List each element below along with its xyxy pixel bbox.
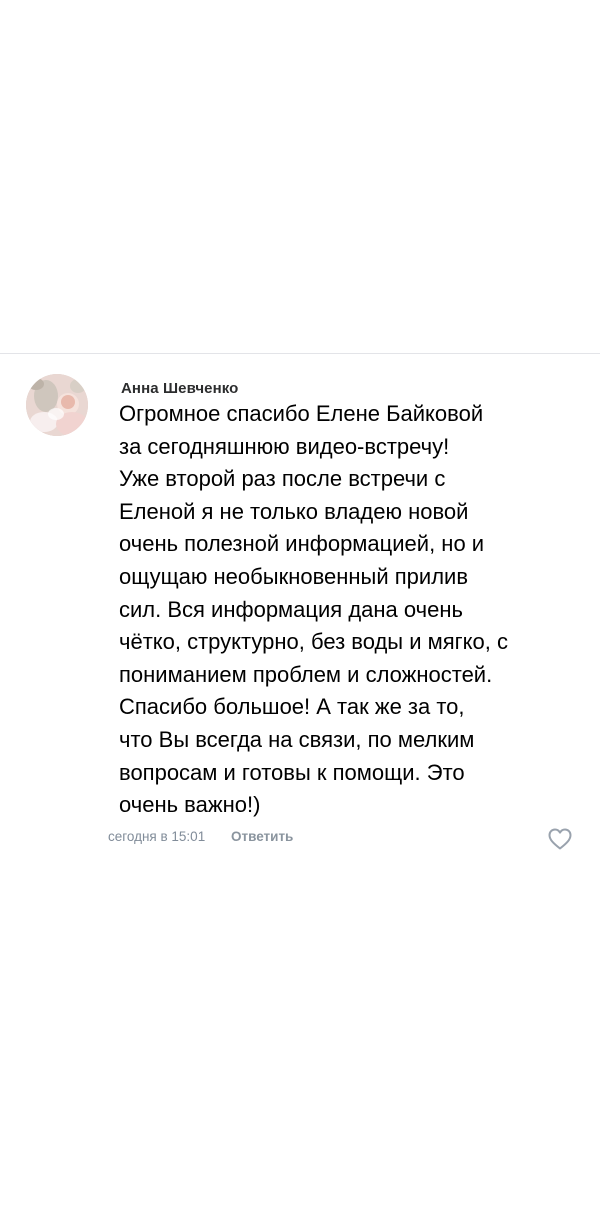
comment-text-line: вопросам и готовы к помощи. Это (119, 759, 465, 785)
like-button[interactable] (547, 827, 573, 851)
comment-text-line: чётко, структурно, без воды и мягко, с (119, 629, 509, 655)
comment-text-line: Уже второй раз после встречи с (119, 466, 446, 492)
comment-divider (0, 353, 600, 354)
comment-text-line: очень полезной информацией, но и (119, 531, 485, 557)
avatar[interactable] (26, 374, 88, 436)
comment-text-line: что Вы всегда на связи, по мелким (119, 726, 475, 752)
comment-text-line: ощущаю необыкновенный прилив (119, 563, 469, 589)
comment-text: Огромное спасибо Елене Байковой за сегод… (119, 398, 589, 822)
comment-meta: сегодня в 15:01 Ответить (108, 829, 293, 844)
comment-timestamp: сегодня в 15:01 (108, 829, 206, 844)
reply-button[interactable]: Ответить (231, 829, 293, 844)
heart-outline-icon (548, 828, 572, 850)
avatar-photo (26, 374, 88, 436)
comment-text-line: за сегодняшнюю видео-встречу! (119, 433, 450, 459)
comment-text-line: Спасибо большое! А так же за то, (119, 694, 465, 720)
comment-text-line: сил. Вся информация дана очень (119, 596, 463, 622)
comment-text-line: очень важно!) (119, 792, 261, 818)
comment-text-line: Еленой я не только владею новой (119, 498, 469, 524)
comment-text-line: пониманием проблем и сложностей. (119, 661, 493, 687)
comment-author[interactable]: Анна Шевченко (121, 380, 238, 397)
comment-text-line: Огромное спасибо Елене Байковой (119, 401, 484, 426)
